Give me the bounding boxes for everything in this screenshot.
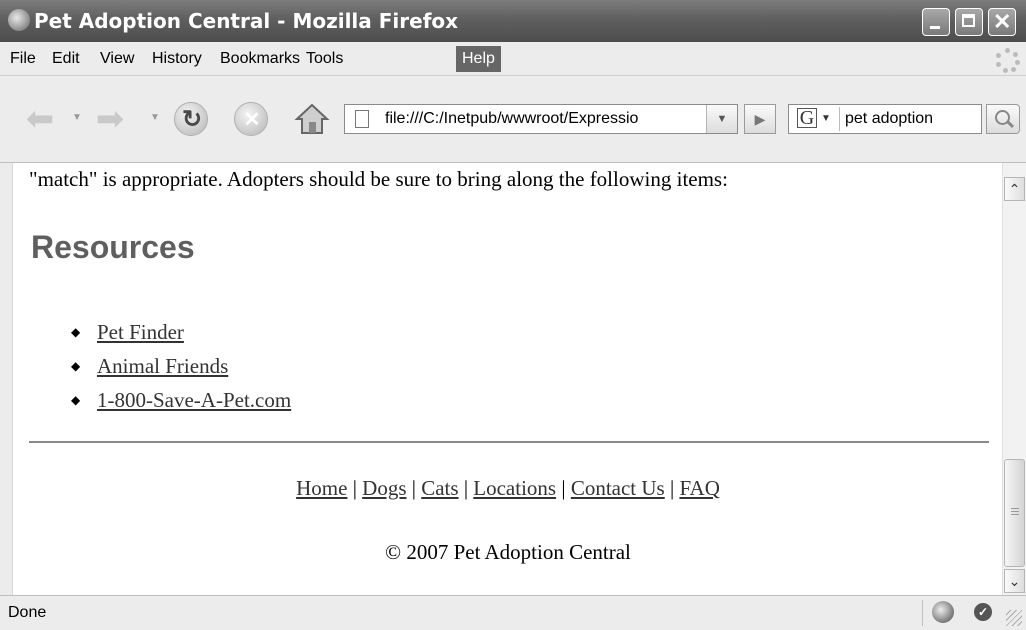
scrollbar-thumb[interactable]: [1004, 459, 1025, 567]
window-title: Pet Adoption Central - Mozilla Firefox: [34, 9, 459, 33]
search-button[interactable]: [986, 104, 1020, 134]
browser-window: Pet Adoption Central - Mozilla Firefox ✕…: [0, 0, 1026, 630]
scroll-down-button[interactable]: ⌄: [1004, 569, 1025, 593]
status-bar: Done ✓: [0, 595, 1026, 630]
home-button[interactable]: [294, 102, 330, 136]
forward-arrow-icon: ➡: [95, 100, 125, 138]
addon-status-icon[interactable]: [932, 601, 954, 623]
home-icon: [294, 103, 330, 134]
maximize-button[interactable]: [955, 8, 983, 36]
address-bar[interactable]: file:///C:/Inetpub/wwwroot/Expressio ▼: [344, 104, 738, 134]
title-bar: Pet Adoption Central - Mozilla Firefox ✕: [0, 0, 1026, 42]
stop-icon: ✕: [243, 109, 261, 131]
link-save-a-pet[interactable]: 1-800-Save-A-Pet.com: [97, 388, 291, 412]
back-history-dropdown[interactable]: ▼: [72, 113, 82, 123]
footer-link-dogs[interactable]: Dogs: [362, 476, 406, 500]
reload-button[interactable]: ↻: [174, 102, 208, 136]
activity-throbber-icon: [996, 48, 1020, 73]
menu-bar: File Edit View History Bookmarks Tools H…: [0, 42, 1026, 76]
copyright-text: © 2007 Pet Adoption Central: [385, 540, 631, 564]
reload-icon: ↻: [181, 106, 203, 133]
url-text[interactable]: file:///C:/Inetpub/wwwroot/Expressio: [385, 105, 703, 133]
vertical-scrollbar[interactable]: ⌃ ⌄: [1002, 163, 1026, 595]
url-history-dropdown[interactable]: ▼: [706, 105, 737, 133]
footer-link-faq[interactable]: FAQ: [679, 476, 719, 500]
menu-help[interactable]: Help: [456, 46, 501, 72]
footer-separator: |: [411, 476, 416, 500]
footer-nav: Home | Dogs | Cats | Locations | Contact…: [13, 473, 1003, 503]
go-arrow-icon: ▶: [754, 111, 766, 127]
menu-edit[interactable]: Edit: [46, 46, 86, 72]
back-button[interactable]: ⬅: [20, 102, 60, 136]
chevron-down-icon: ▼: [821, 113, 831, 124]
window-frame-left: [0, 163, 12, 595]
scroll-up-button[interactable]: ⌃: [1004, 177, 1025, 201]
link-animal-friends[interactable]: Animal Friends: [97, 354, 228, 378]
resources-heading: Resources: [31, 229, 195, 265]
forward-button[interactable]: ➡: [90, 102, 130, 136]
resources-list: Pet Finder Animal Friends 1-800-Save-A-P…: [69, 315, 291, 417]
go-button[interactable]: ▶: [744, 104, 776, 134]
page-icon: [355, 110, 369, 128]
page-content: "match" is appropriate. Adopters should …: [12, 163, 1003, 595]
list-item: Pet Finder: [69, 315, 291, 349]
menu-tools[interactable]: Tools: [300, 46, 349, 72]
close-button[interactable]: ✕: [988, 8, 1016, 36]
close-icon: ✕: [993, 9, 1012, 34]
chevron-up-icon: ⌃: [1008, 181, 1021, 197]
back-arrow-icon: ⬅: [25, 100, 55, 138]
footer-separator: |: [669, 476, 675, 500]
menu-bookmarks[interactable]: Bookmarks: [214, 46, 306, 72]
forward-history-dropdown[interactable]: ▼: [150, 113, 160, 123]
list-item: 1-800-Save-A-Pet.com: [69, 383, 291, 417]
footer-separator: |: [463, 476, 469, 500]
menu-history[interactable]: History: [146, 46, 208, 72]
menu-view[interactable]: View: [94, 46, 140, 72]
search-engine-selector[interactable]: G ▼: [791, 107, 840, 131]
minimize-button[interactable]: [922, 8, 950, 36]
footer-link-home[interactable]: Home: [296, 476, 347, 500]
firefox-icon: [8, 9, 30, 31]
resize-grip-icon[interactable]: [1006, 610, 1022, 626]
security-status-icon[interactable]: ✓: [974, 603, 992, 621]
footer-separator: |: [561, 476, 566, 500]
status-divider: [922, 600, 923, 626]
status-text: Done: [8, 604, 47, 621]
stop-button[interactable]: ✕: [234, 102, 268, 136]
footer-link-contact-us[interactable]: Contact Us: [571, 476, 665, 500]
menu-file[interactable]: File: [4, 46, 42, 72]
footer-separator: |: [352, 476, 357, 500]
google-engine-icon: G: [797, 108, 817, 128]
search-input[interactable]: pet adoption: [845, 105, 933, 133]
search-box[interactable]: G ▼ pet adoption: [788, 104, 982, 134]
footer-link-cats[interactable]: Cats: [421, 476, 458, 500]
list-item: Animal Friends: [69, 349, 291, 383]
chevron-down-icon: ⌄: [1008, 573, 1021, 589]
intro-text: "match" is appropriate. Adopters should …: [29, 167, 728, 191]
horizontal-rule: [29, 441, 989, 443]
link-pet-finder[interactable]: Pet Finder: [97, 320, 184, 344]
footer-link-locations[interactable]: Locations: [473, 476, 556, 500]
